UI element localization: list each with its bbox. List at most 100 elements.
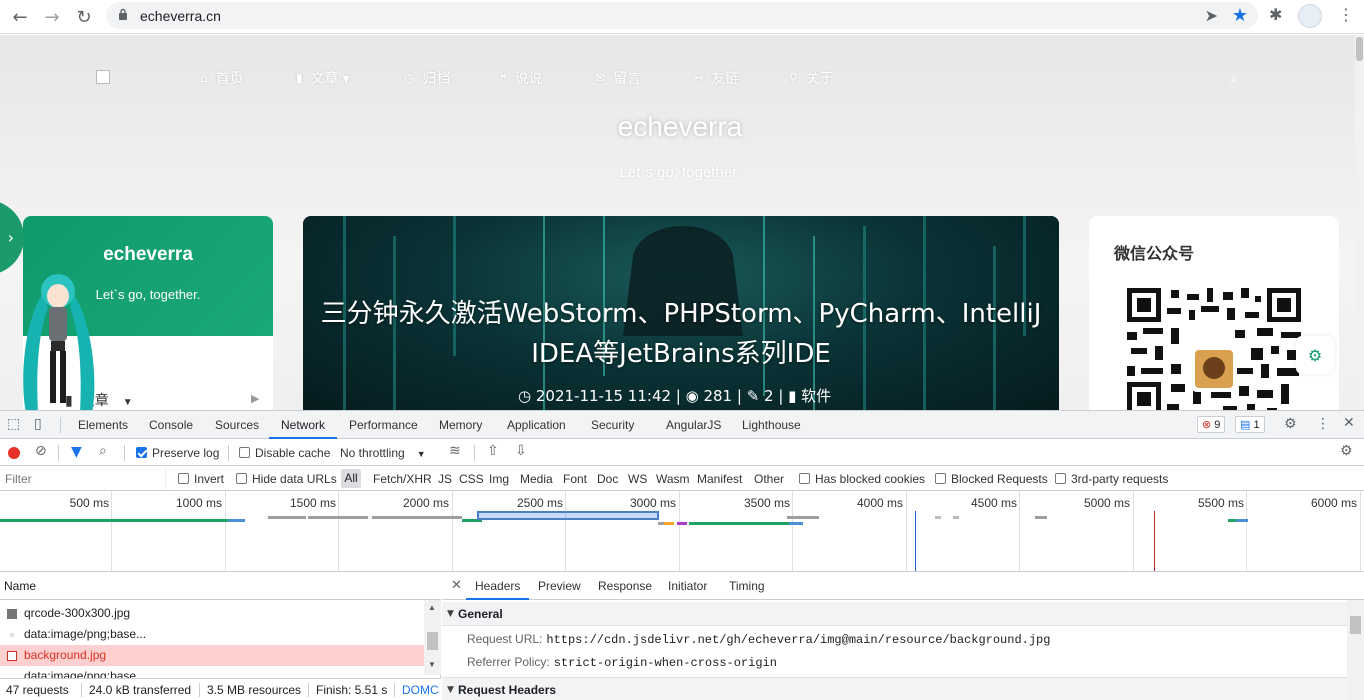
tab-timing[interactable]: Timing [729, 572, 765, 600]
has-blocked-cookies-checkbox[interactable]: Has blocked cookies [799, 472, 925, 486]
nav-item-talk[interactable]: ❝ 说说 [500, 68, 542, 88]
checkbox-unchecked[interactable] [239, 447, 250, 458]
tab-initiator[interactable]: Initiator [668, 572, 707, 600]
timeline-selection[interactable] [477, 511, 659, 520]
tab-memory[interactable]: Memory [439, 411, 482, 439]
site-logo[interactable] [96, 70, 110, 84]
network-overview-timeline[interactable]: 500 ms 1000 ms 1500 ms 2000 ms 2500 ms 3… [0, 491, 1364, 572]
checkbox-unchecked[interactable] [236, 473, 247, 484]
header-value[interactable]: strict-origin-when-cross-origin [554, 656, 777, 670]
tab-elements[interactable]: Elements [78, 411, 128, 439]
reload-icon[interactable]: ↻ [72, 5, 96, 29]
preserve-log-checkbox[interactable]: Preserve log [136, 446, 219, 460]
forward-icon[interactable]: → [40, 5, 64, 29]
type-filter-ws[interactable]: WS [628, 472, 647, 486]
request-row[interactable]: qrcode-300x300.jpg [0, 603, 424, 624]
filter-input[interactable] [0, 468, 166, 489]
request-row[interactable]: data:image/png;base... [0, 624, 424, 645]
type-filter-doc[interactable]: Doc [597, 472, 618, 486]
header-value[interactable]: https://cdn.jsdelivr.net/gh/echeverra/im… [546, 633, 1050, 647]
address-bar[interactable]: echeverra.cn ➤ ★ [106, 2, 1258, 29]
type-filter-img[interactable]: Img [489, 472, 509, 486]
page-scrollbar[interactable] [1355, 35, 1364, 410]
bookmark-star-icon[interactable]: ★ [1232, 5, 1248, 26]
export-har-icon[interactable]: ⇩ [515, 443, 527, 459]
settings-gear-button[interactable]: ⚙ [1296, 336, 1334, 374]
hide-data-urls-checkbox[interactable]: Hide data URLs [236, 472, 337, 486]
general-section-header[interactable]: ▼ General [442, 602, 1347, 626]
tab-lighthouse[interactable]: Lighthouse [742, 411, 801, 439]
checkbox-unchecked[interactable] [1055, 473, 1066, 484]
request-row[interactable]: data:image/png;base... [0, 666, 424, 678]
tab-response[interactable]: Response [598, 572, 652, 600]
back-icon[interactable]: ← [8, 5, 32, 29]
record-icon[interactable] [8, 447, 20, 459]
network-settings-icon[interactable]: ⚙ [1340, 443, 1353, 459]
nav-item-home[interactable]: ⌂ 首页 [200, 68, 244, 88]
tab-security[interactable]: Security [591, 411, 634, 439]
disable-cache-checkbox[interactable]: Disable cache [239, 446, 330, 460]
details-scrollbar[interactable] [1347, 600, 1364, 700]
close-details-icon[interactable]: ✕ [451, 578, 462, 593]
type-filter-manifest[interactable]: Manifest [697, 472, 742, 486]
clear-icon[interactable]: ⊘ [35, 443, 47, 459]
type-filter-font[interactable]: Font [563, 472, 587, 486]
tab-angularjs[interactable]: AngularJS [666, 411, 721, 439]
scrollbar-thumb[interactable] [427, 632, 438, 650]
checkbox-unchecked[interactable] [178, 473, 189, 484]
search-icon[interactable]: ⌕ [99, 443, 107, 459]
network-conditions-icon[interactable]: ≋ [449, 443, 461, 459]
settings-gear-icon[interactable]: ⚙ [1284, 416, 1297, 432]
filter-icon[interactable]: ▼ [71, 444, 82, 460]
device-toggle-icon[interactable]: ▯ [34, 416, 42, 432]
post-title[interactable]: 三分钟永久激活WebStorm、PHPStorm、PyCharm、Intelli… [303, 294, 1059, 374]
scroll-down-icon[interactable]: ▼ [428, 660, 436, 669]
error-count-badge[interactable]: ⊗ 9 [1197, 416, 1226, 433]
nav-item-guestbook[interactable]: ✉ 留言 [595, 68, 641, 88]
scrollbar-thumb[interactable] [1356, 37, 1363, 61]
type-filter-media[interactable]: Media [520, 472, 553, 486]
throttling-select[interactable]: No throttling ▼ [340, 446, 426, 460]
send-tab-icon[interactable]: ➤ [1205, 6, 1218, 25]
request-row-selected[interactable]: background.jpg [0, 645, 424, 666]
tab-network[interactable]: Network [269, 411, 338, 439]
nav-item-archive[interactable]: ◷ 归档 [404, 68, 450, 88]
url-text[interactable]: echeverra.cn [140, 8, 221, 24]
profile-avatar[interactable] [1298, 4, 1322, 28]
nav-item-about[interactable]: ⚲ 关于 [789, 68, 834, 88]
close-devtools-icon[interactable]: ✕ [1343, 415, 1355, 431]
tab-performance[interactable]: Performance [349, 411, 418, 439]
featured-post-banner[interactable]: 三分钟永久激活WebStorm、PHPStorm、PyCharm、Intelli… [303, 216, 1059, 410]
checkbox-unchecked[interactable] [935, 473, 946, 484]
checkbox-checked[interactable] [136, 447, 147, 458]
type-filter-other[interactable]: Other [754, 472, 784, 486]
column-header-name[interactable]: Name [0, 572, 441, 600]
tab-headers[interactable]: Headers [466, 572, 530, 600]
inspect-element-icon[interactable]: ⬚ [7, 416, 20, 432]
type-filter-wasm[interactable]: Wasm [656, 472, 690, 486]
invert-checkbox[interactable]: Invert [178, 472, 224, 486]
requests-scrollbar[interactable]: ▲ ▼ [424, 600, 441, 675]
more-menu-icon[interactable]: ⋮ [1338, 5, 1354, 24]
type-filter-js[interactable]: JS [438, 472, 452, 486]
tab-console[interactable]: Console [149, 411, 193, 439]
nav-item-articles[interactable]: ▮ 文章 ▾ [296, 68, 350, 88]
scroll-up-icon[interactable]: ▲ [428, 603, 436, 612]
type-filter-css[interactable]: CSS [459, 472, 484, 486]
tab-sources[interactable]: Sources [215, 411, 259, 439]
scrollbar-thumb[interactable] [1350, 616, 1361, 634]
third-party-checkbox[interactable]: 3rd-party requests [1055, 472, 1168, 486]
import-har-icon[interactable]: ⇧ [487, 443, 499, 459]
blocked-requests-checkbox[interactable]: Blocked Requests [935, 472, 1048, 486]
nav-item-links[interactable]: ⚯ 友链 [693, 68, 739, 88]
extensions-icon[interactable]: ✱ [1269, 5, 1282, 24]
more-options-icon[interactable]: ⋮ [1316, 416, 1330, 432]
checkbox-unchecked[interactable] [799, 473, 810, 484]
message-count-badge[interactable]: ▤ 1 [1235, 416, 1265, 433]
tab-preview[interactable]: Preview [538, 572, 581, 600]
request-headers-section-header[interactable]: ▼ Request Headers [442, 677, 1347, 700]
tab-application[interactable]: Application [507, 411, 566, 439]
search-icon[interactable]: ⌕ [1230, 69, 1239, 89]
type-filter-fetch-xhr[interactable]: Fetch/XHR [373, 472, 432, 486]
type-filter-all[interactable]: All [341, 469, 361, 488]
